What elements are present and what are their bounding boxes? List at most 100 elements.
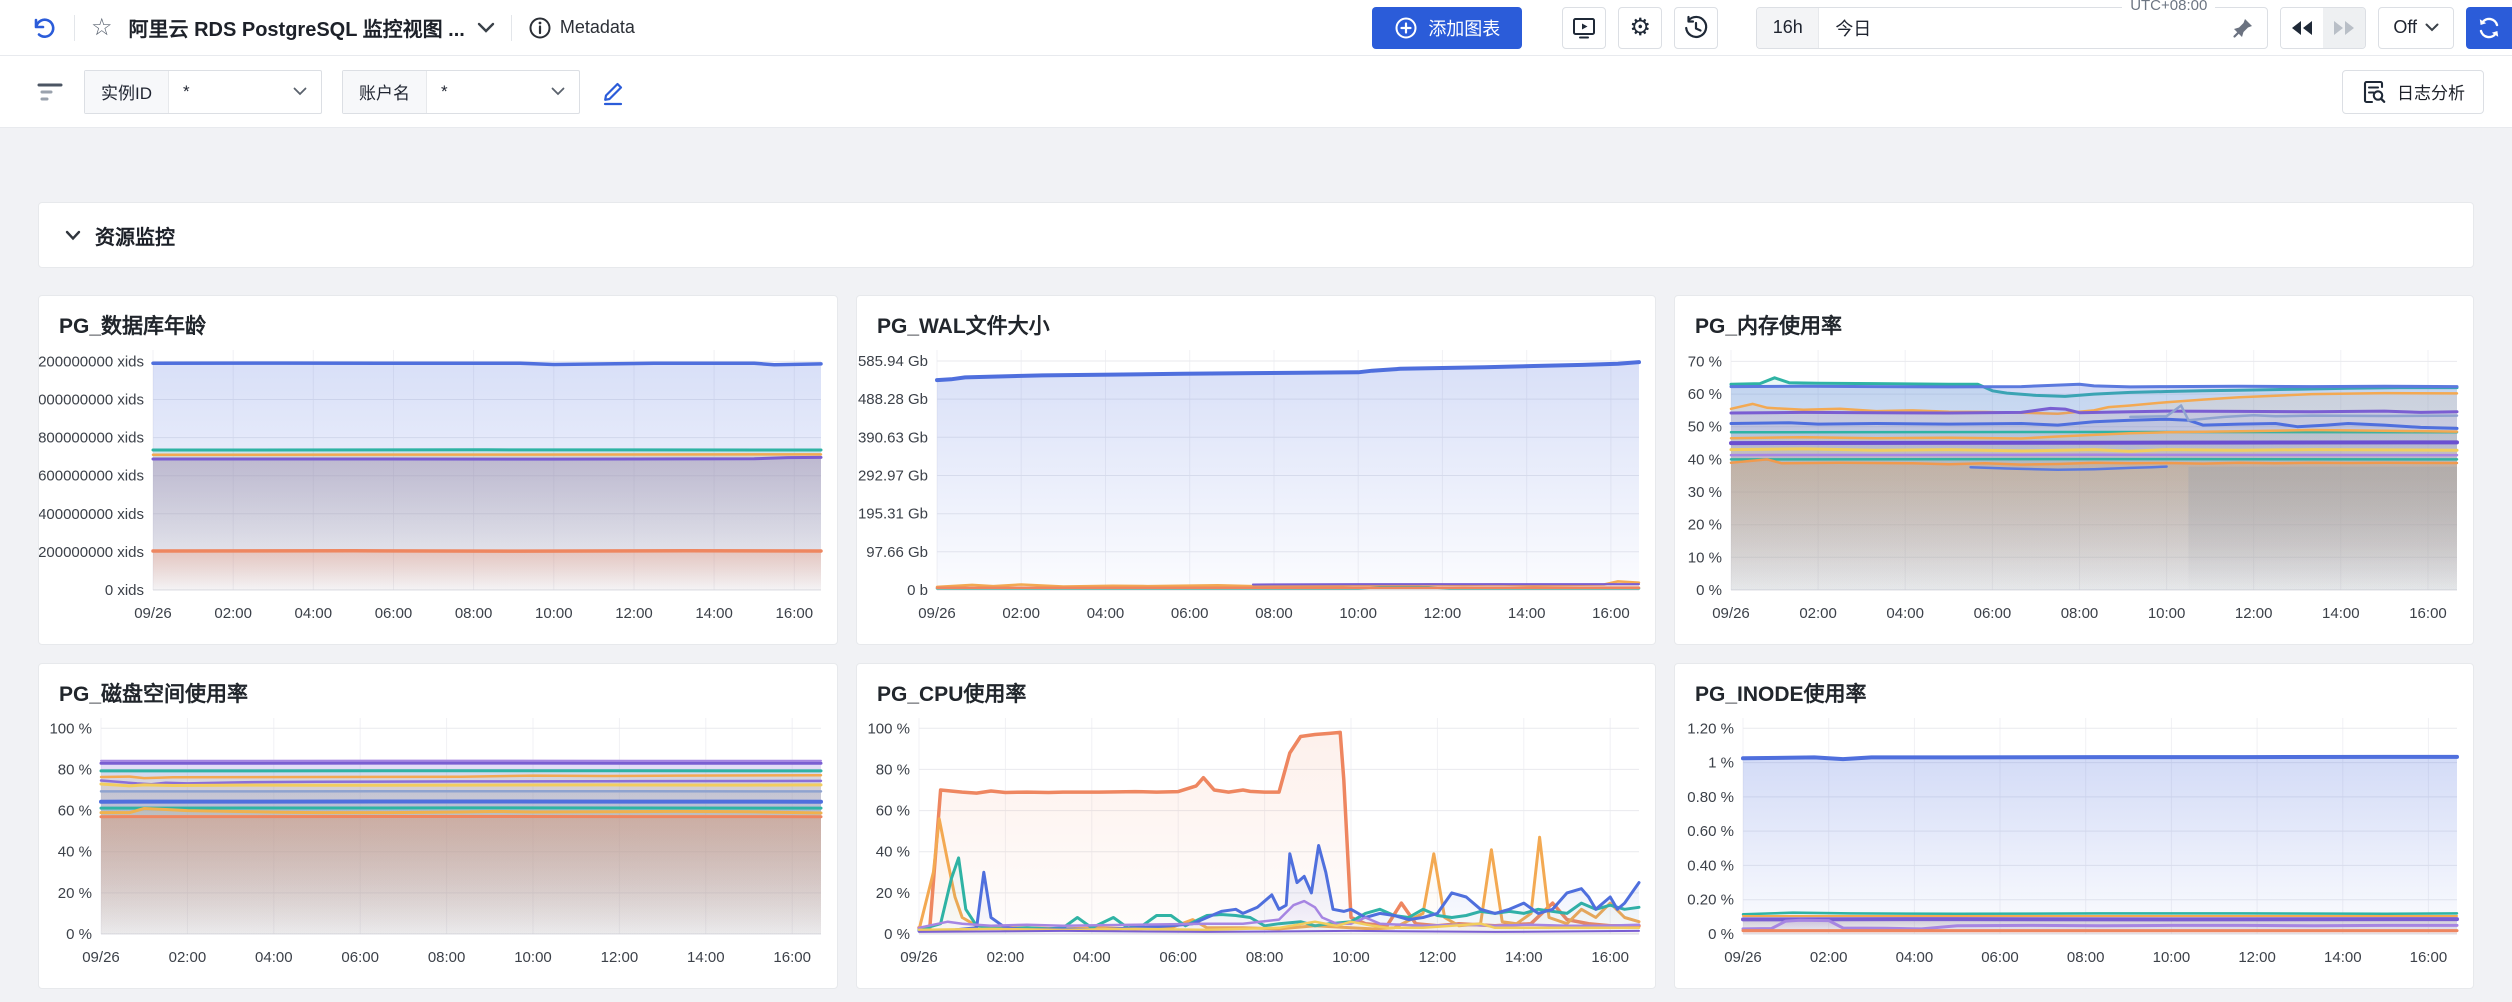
svg-text:08:00: 08:00 [1255, 605, 1293, 622]
svg-text:02:00: 02:00 [987, 949, 1025, 966]
timezone-label: UTC+08:00 [2122, 0, 2216, 14]
svg-text:0 b: 0 b [907, 582, 928, 599]
info-icon [529, 17, 551, 38]
chart-card-memory: PG_内存使用率 09/26 02:00 04:00 06:00 08:00 10:00 1… [1674, 295, 2474, 645]
svg-text:16:00: 16:00 [2410, 949, 2448, 966]
svg-text:400000000 xids: 400000000 xids [39, 506, 144, 523]
svg-text:50 %: 50 % [1688, 419, 1722, 436]
svg-text:10 %: 10 % [1688, 549, 1722, 566]
svg-text:02:00: 02:00 [169, 949, 207, 966]
svg-text:800000000 xids: 800000000 xids [39, 430, 144, 447]
svg-text:06:00: 06:00 [375, 605, 413, 622]
time-range-chip[interactable]: 16h [1757, 7, 1820, 48]
svg-text:12:00: 12:00 [1424, 605, 1462, 622]
svg-text:06:00: 06:00 [1974, 605, 2012, 622]
log-analysis-label: 日志分析 [2397, 84, 2465, 103]
svg-text:1000000000 xids: 1000000000 xids [39, 392, 144, 409]
svg-text:10:00: 10:00 [1339, 605, 1377, 622]
svg-text:20 %: 20 % [1688, 517, 1722, 534]
svg-text:0 %: 0 % [1696, 582, 1722, 599]
refresh-button[interactable] [2466, 6, 2512, 49]
instance-id-select[interactable]: * [169, 71, 321, 113]
time-step-forward-button[interactable] [2323, 7, 2366, 48]
chart-canvas-memory[interactable]: 09/26 02:00 04:00 06:00 08:00 10:00 12:00 14:00… [1675, 340, 2473, 642]
add-chart-label: 添加图表 [1428, 18, 1501, 39]
time-range-picker[interactable]: UTC+08:00 16h 今日 [1756, 0, 2269, 49]
chart-card-disk: PG_磁盘空间使用率 09/26 02:00 04:00 06:00 08:00 10:0… [38, 663, 838, 989]
chart-canvas-disk[interactable]: 09/26 02:00 04:00 06:00 08:00 10:00 12:00 14:00… [39, 708, 837, 986]
svg-text:06:00: 06:00 [1981, 949, 2019, 966]
metadata-link[interactable]: Metadata [528, 16, 635, 40]
svg-text:60 %: 60 % [1688, 386, 1722, 403]
svg-text:0.60 %: 0.60 % [1687, 823, 1734, 840]
svg-text:14:00: 14:00 [2322, 605, 2360, 622]
chart-title: PG_数据库年龄 [59, 315, 207, 338]
auto-refresh-value: Off [2393, 17, 2417, 37]
svg-text:10:00: 10:00 [1332, 949, 1370, 966]
svg-text:14:00: 14:00 [695, 605, 733, 622]
settings-button[interactable]: ⚙ [1618, 6, 1663, 49]
instance-id-label: 实例ID [85, 70, 169, 113]
section-resource-monitoring[interactable]: 资源监控 [38, 202, 2474, 268]
svg-text:02:00: 02:00 [214, 605, 252, 622]
history-button[interactable] [1674, 6, 1719, 49]
svg-text:16:00: 16:00 [1591, 949, 1629, 966]
favorite-star-icon[interactable]: ☆ [91, 15, 113, 40]
filter-icon[interactable] [36, 80, 64, 104]
svg-text:100 %: 100 % [867, 720, 910, 737]
refresh-icon [2479, 17, 2499, 38]
svg-text:0 %: 0 % [1708, 926, 1734, 943]
time-range-value[interactable]: 今日 [1819, 15, 2231, 41]
instance-id-filter: 实例ID * [84, 69, 322, 114]
account-name-filter: 账户名 * [342, 69, 580, 114]
chart-title: PG_INODE使用率 [1695, 683, 1867, 706]
svg-text:70 %: 70 % [1688, 353, 1722, 370]
top-bar: ☆ 阿里云 RDS PostgreSQL 监控视图 ... Metadata 添 [0, 0, 2512, 56]
svg-text:09/26: 09/26 [134, 605, 172, 622]
svg-text:0.80 %: 0.80 % [1687, 789, 1734, 806]
filter-bar: 实例ID * 账户名 * 日志分析 [0, 56, 2512, 128]
svg-text:10:00: 10:00 [535, 605, 573, 622]
chart-canvas-wal-size[interactable]: 09/26 02:00 04:00 06:00 08:00 10:00 12:00 14:00… [857, 340, 1655, 642]
svg-text:292.97 Gb: 292.97 Gb [858, 468, 928, 485]
svg-text:04:00: 04:00 [1896, 949, 1934, 966]
svg-text:40 %: 40 % [58, 844, 92, 861]
svg-text:08:00: 08:00 [1246, 949, 1284, 966]
pin-icon[interactable] [2231, 16, 2267, 40]
svg-text:04:00: 04:00 [255, 949, 293, 966]
svg-text:12:00: 12:00 [615, 605, 653, 622]
auto-refresh-dropdown[interactable]: Off [2378, 6, 2454, 49]
dashboard-title-group[interactable]: 阿里云 RDS PostgreSQL 监控视图 ... [129, 13, 495, 42]
presentation-mode-button[interactable] [1562, 6, 1607, 49]
svg-text:08:00: 08:00 [428, 949, 466, 966]
svg-text:200000000 xids: 200000000 xids [39, 544, 144, 561]
svg-text:60 %: 60 % [58, 803, 92, 820]
edit-filters-icon[interactable] [600, 78, 626, 106]
back-undo-icon[interactable] [28, 13, 58, 43]
chart-canvas-inode[interactable]: 09/26 02:00 04:00 06:00 08:00 10:00 12:00 14:00… [1675, 708, 2473, 986]
chart-canvas-db-age[interactable]: 09/26 02:00 04:00 06:00 08:00 10:00 12:00 14:00… [39, 340, 837, 642]
svg-text:08:00: 08:00 [455, 605, 493, 622]
account-name-select[interactable]: * [427, 71, 579, 113]
svg-text:09/26: 09/26 [82, 949, 120, 966]
time-step-back-button[interactable] [2281, 7, 2324, 48]
svg-text:02:00: 02:00 [1799, 605, 1837, 622]
svg-text:14:00: 14:00 [687, 949, 725, 966]
svg-text:60 %: 60 % [876, 803, 910, 820]
svg-text:16:00: 16:00 [773, 949, 811, 966]
svg-text:06:00: 06:00 [1171, 605, 1209, 622]
chart-canvas-cpu[interactable]: 09/26 02:00 04:00 06:00 08:00 10:00 12:00 14:00… [857, 708, 1655, 986]
rewind-icon [2292, 20, 2313, 35]
svg-text:80 %: 80 % [58, 761, 92, 778]
svg-text:12:00: 12:00 [2238, 949, 2276, 966]
svg-text:0 xids: 0 xids [105, 582, 144, 599]
chart-title: PG_内存使用率 [1695, 315, 1843, 338]
log-analysis-button[interactable]: 日志分析 [2342, 69, 2484, 114]
chart-card-wal-size: PG_WAL文件大小 09/26 02:00 04:00 06:00 08:00 10:0… [856, 295, 1656, 645]
chart-card-inode: PG_INODE使用率 09/26 02:00 04:00 06:00 08:00 10:… [1674, 663, 2474, 989]
dashboard-content: 资源监控 PG_数据库年龄 09/26 02:00 04:00 06:00 08:00 1… [0, 128, 2512, 989]
svg-text:02:00: 02:00 [1002, 605, 1040, 622]
svg-text:1 %: 1 % [1708, 755, 1734, 772]
chevron-down-icon [477, 22, 495, 33]
add-chart-button[interactable]: 添加图表 [1372, 6, 1523, 49]
